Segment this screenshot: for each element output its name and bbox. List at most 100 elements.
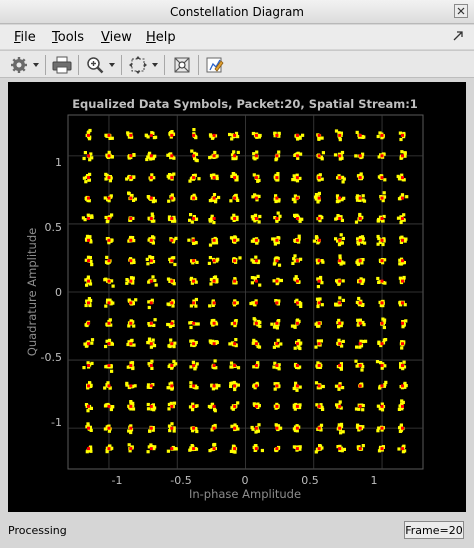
reference-point [233, 196, 237, 200]
reference-point [170, 154, 174, 158]
reference-point [254, 217, 258, 220]
symbol-point [399, 220, 403, 225]
scale-dropdown[interactable] [150, 54, 160, 76]
print-button[interactable] [51, 54, 73, 76]
reference-point [107, 321, 111, 325]
x-axis-label: In-phase Amplitude [189, 487, 301, 501]
reference-point [275, 154, 279, 158]
reference-point [317, 447, 321, 451]
symbol-point [255, 150, 259, 154]
symbol-point [82, 156, 86, 161]
reference-point [129, 301, 133, 305]
reference-point [87, 279, 90, 283]
symbol-point [90, 263, 94, 267]
reference-point [358, 404, 362, 408]
symbol-point [146, 155, 150, 159]
constellation-plot[interactable]: Equalized Data Symbols, Packet:20, Spati… [8, 82, 466, 512]
reference-point [149, 133, 153, 137]
plot-area: Equalized Data Symbols, Packet:20, Spati… [8, 82, 466, 512]
symbol-point [174, 236, 178, 240]
menu-help[interactable]: Help [146, 30, 176, 45]
dock-arrow-icon[interactable] [452, 30, 464, 45]
symbol-point [215, 279, 219, 284]
zoom-in-button[interactable] [84, 54, 106, 76]
symbol-point [90, 341, 94, 345]
reference-point [275, 342, 279, 346]
symbol-point [293, 254, 297, 258]
window-close-button[interactable] [454, 4, 468, 18]
symbol-point [400, 193, 405, 197]
settings-dropdown[interactable] [31, 54, 41, 76]
reference-point [107, 301, 111, 305]
style-button[interactable] [204, 54, 226, 76]
reference-point [129, 364, 133, 367]
symbol-point [86, 422, 90, 426]
reference-point [192, 176, 196, 180]
reference-point [87, 447, 90, 451]
toolbar-separator [45, 55, 46, 75]
symbol-point [152, 344, 157, 348]
settings-button[interactable] [8, 54, 30, 76]
reference-point [254, 364, 258, 367]
symbol-point [361, 237, 365, 241]
symbol-point [230, 174, 234, 178]
reference-point [380, 279, 384, 283]
reference-point [317, 238, 321, 242]
symbol-point [105, 255, 109, 259]
reference-point [87, 321, 90, 325]
reference-point [87, 133, 90, 137]
symbol-point [293, 200, 297, 204]
reference-point [317, 301, 321, 305]
reference-point [129, 238, 133, 242]
zoom-dropdown[interactable] [107, 54, 117, 76]
reference-point [170, 301, 174, 305]
symbol-point [228, 132, 232, 137]
symbol-point [132, 260, 136, 264]
reference-point [212, 259, 216, 263]
reference-point [129, 176, 133, 180]
symbol-point [217, 195, 221, 200]
symbol-point [103, 278, 107, 282]
symbol-point [272, 345, 276, 349]
symbol-point [170, 422, 174, 426]
symbol-point [320, 157, 324, 161]
data-cursor-button[interactable] [171, 54, 193, 76]
symbol-point [276, 211, 280, 215]
symbol-point [321, 151, 325, 155]
symbol-point [272, 279, 276, 283]
scale-axes-button[interactable] [127, 54, 149, 76]
symbol-point [154, 135, 158, 139]
symbol-point [236, 135, 240, 139]
symbol-point [190, 149, 194, 153]
symbol-point [170, 381, 174, 385]
reference-point [254, 321, 258, 325]
reference-point [401, 364, 404, 367]
reference-point [170, 404, 174, 408]
reference-point [338, 176, 342, 180]
symbol-point [338, 296, 342, 300]
symbol-point [194, 158, 198, 162]
symbol-point [256, 274, 260, 278]
menu-tools[interactable]: Tools [52, 30, 84, 45]
reference-point [212, 133, 216, 137]
reference-point [107, 384, 111, 388]
reference-point [149, 364, 153, 367]
reference-point [317, 384, 321, 388]
y-tick-label: 0 [55, 286, 62, 299]
menu-file[interactable]: File [14, 30, 36, 45]
symbol-point [357, 296, 361, 301]
symbol-point [357, 407, 361, 411]
symbol-point [132, 239, 136, 243]
reference-point [358, 154, 362, 158]
reference-point [149, 238, 153, 242]
symbol-point [189, 325, 193, 330]
menu-view[interactable]: View [101, 30, 132, 45]
reference-point [212, 217, 216, 220]
reference-point [129, 279, 133, 283]
reference-point [275, 301, 279, 305]
symbol-point [192, 128, 196, 132]
x-tick-label: 1 [371, 474, 378, 487]
symbol-point [277, 319, 281, 323]
symbol-point [403, 151, 407, 155]
y-tick-label: -1 [51, 416, 62, 429]
